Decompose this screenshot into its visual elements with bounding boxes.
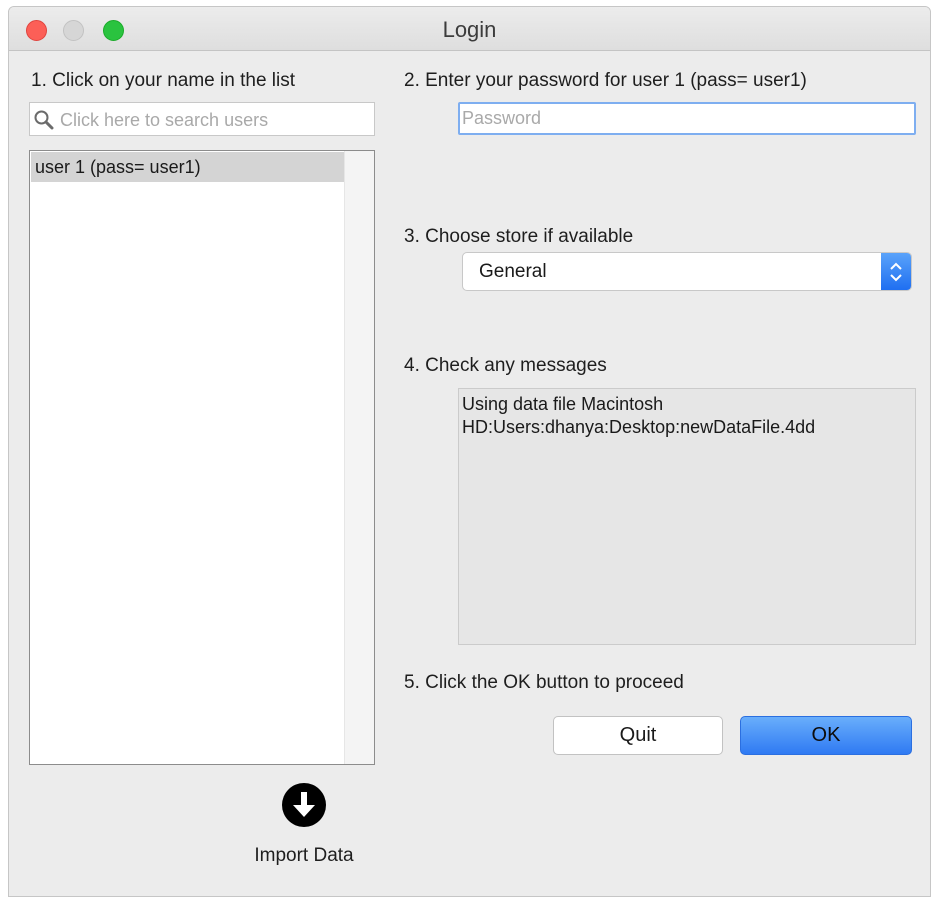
messages-box: Using data file Macintosh HD:Users:dhany… [458,388,916,645]
login-window: Login 1. Click on your name in the list … [8,6,931,897]
user-search-box[interactable] [29,102,375,136]
user-search-input[interactable] [60,107,370,133]
download-arrow-icon[interactable] [281,782,327,828]
step4-label: 4. Check any messages [404,355,607,376]
store-select-arrows[interactable] [881,253,911,290]
password-box[interactable] [458,102,916,135]
up-down-chevron-icon [890,262,902,282]
user-list[interactable]: user 1 (pass= user1) [29,150,375,765]
step2-label: 2. Enter your password for user 1 (pass=… [404,70,807,91]
title-bar[interactable]: Login [9,7,930,51]
step1-label: 1. Click on your name in the list [31,70,296,91]
store-select[interactable]: General [462,252,912,291]
store-selected-value: General [479,261,547,282]
step5-label: 5. Click the OK button to proceed [404,672,684,693]
import-data-label[interactable]: Import Data [234,845,374,867]
user-list-scrollbar[interactable] [344,151,374,764]
message-line: HD:Users:dhanya:Desktop:newDataFile.4dd [462,417,816,437]
quit-button[interactable]: Quit [553,716,723,755]
search-icon [34,110,54,130]
window-title: Login [442,17,497,42]
password-field[interactable] [460,104,914,133]
ok-button[interactable]: OK [740,716,912,755]
message-line: Using data file Macintosh [462,394,664,414]
step3-label: 3. Choose store if available [404,226,634,247]
user-list-item[interactable]: user 1 (pass= user1) [31,152,344,182]
